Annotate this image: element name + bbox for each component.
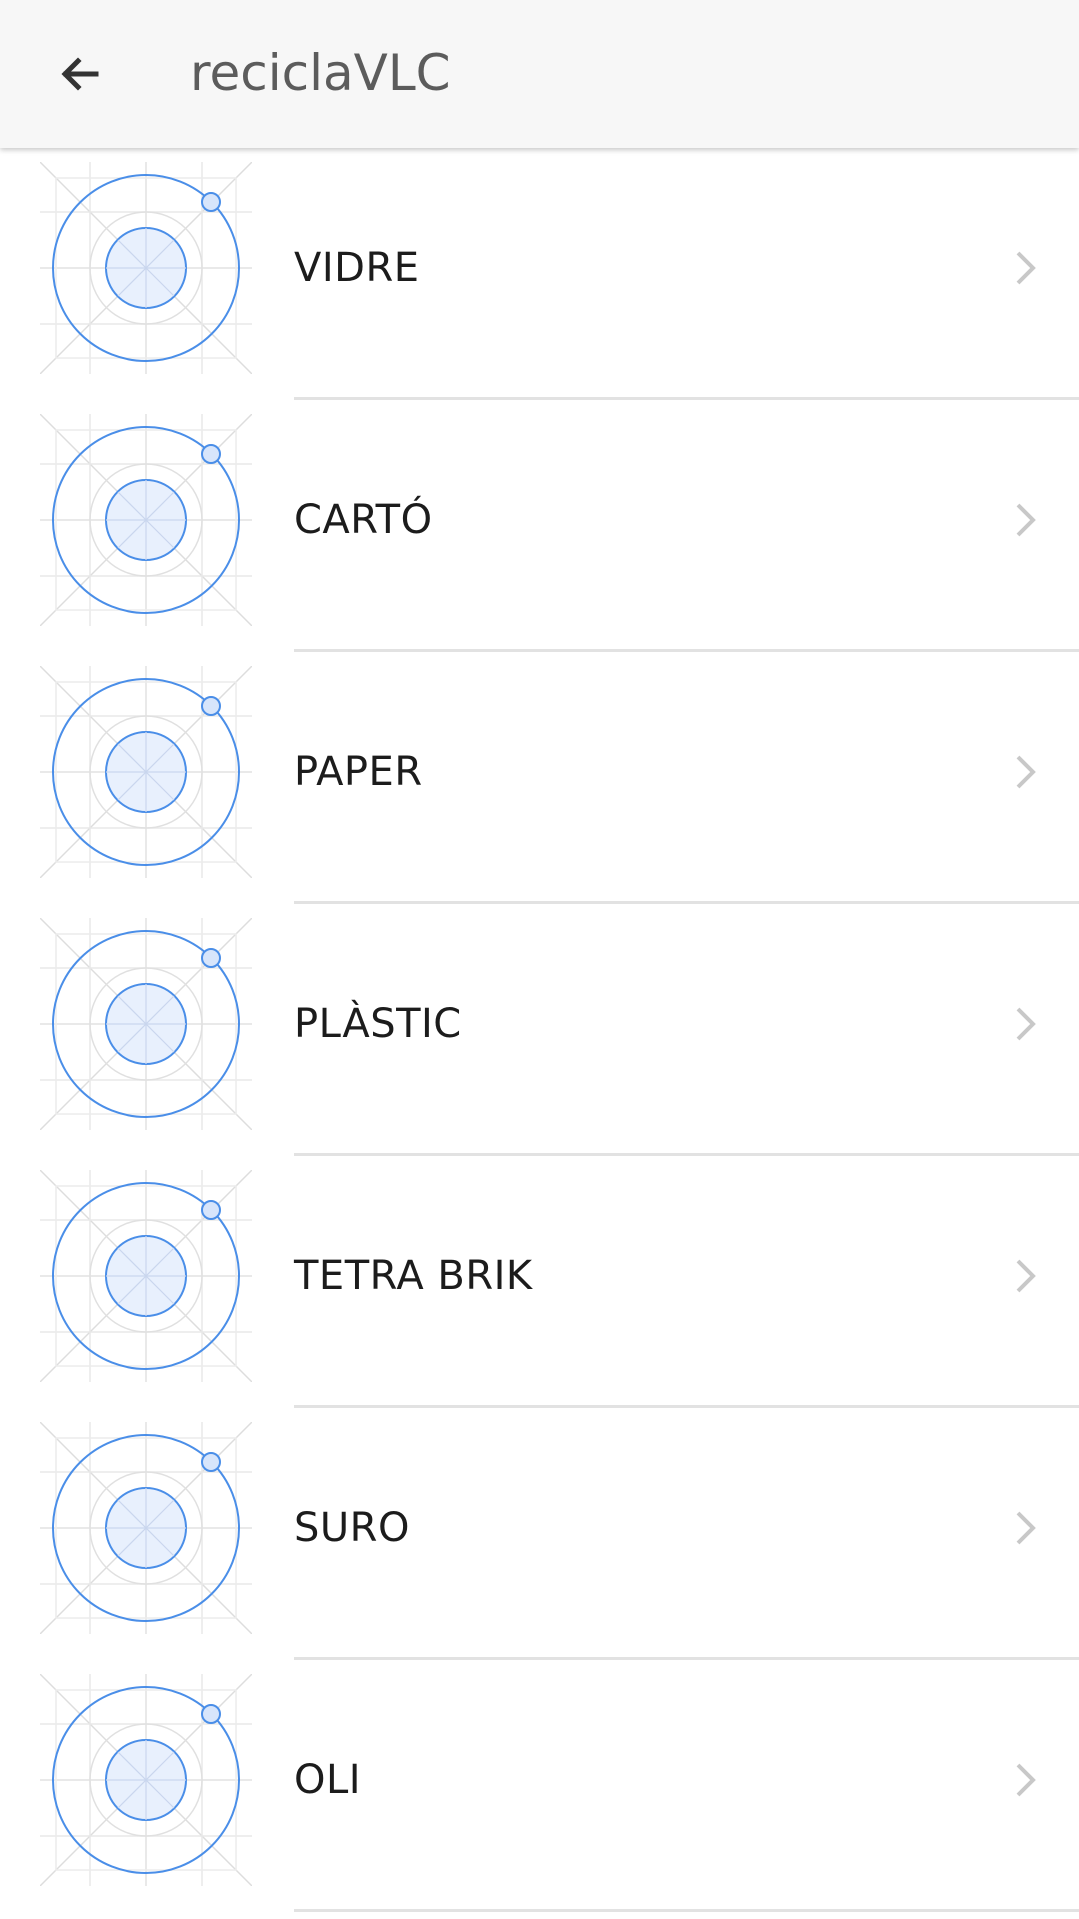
image-placeholder-icon [40, 1170, 252, 1382]
list-item-carto[interactable]: CARTÓ [0, 400, 1079, 652]
list-item-oli[interactable]: OLI [0, 1660, 1079, 1912]
list-item-vidre[interactable]: VIDRE [0, 148, 1079, 400]
list-item-plastic[interactable]: PLÀSTIC [0, 904, 1079, 1156]
chevron-right-icon [1016, 1007, 1036, 1041]
list-item-label: OLI [294, 1757, 362, 1803]
chevron-right-icon [1016, 251, 1036, 285]
list-item-label: SURO [294, 1505, 410, 1551]
list-item-paper[interactable]: PAPER [0, 652, 1079, 904]
app-title: reciclaVLC [190, 44, 451, 102]
image-placeholder-icon [40, 1422, 252, 1634]
chevron-right-icon [1016, 1763, 1036, 1797]
chevron-right-icon [1016, 1259, 1036, 1293]
list-item-label: CARTÓ [294, 497, 433, 543]
list-item-suro[interactable]: SURO [0, 1408, 1079, 1660]
list-item-label: VIDRE [294, 245, 420, 291]
chevron-right-icon [1016, 503, 1036, 537]
image-placeholder-icon [40, 414, 252, 626]
list-item-label: TETRA BRIK [294, 1253, 533, 1299]
image-placeholder-icon [40, 162, 252, 374]
chevron-right-icon [1016, 755, 1036, 789]
image-placeholder-icon [40, 918, 252, 1130]
arrow-back-icon [61, 57, 99, 91]
chevron-right-icon [1016, 1511, 1036, 1545]
list-item-label: PLÀSTIC [294, 1001, 462, 1047]
material-list: VIDRE CARTÓ PAPER PLÀSTIC TETRA BRIK SUR… [0, 148, 1079, 1912]
list-item-label: PAPER [294, 749, 423, 795]
divider [294, 1909, 1079, 1912]
image-placeholder-icon [40, 666, 252, 878]
back-button[interactable] [40, 34, 120, 114]
list-item-tetra-brik[interactable]: TETRA BRIK [0, 1156, 1079, 1408]
image-placeholder-icon [40, 1674, 252, 1886]
app-bar: reciclaVLC [0, 0, 1079, 148]
